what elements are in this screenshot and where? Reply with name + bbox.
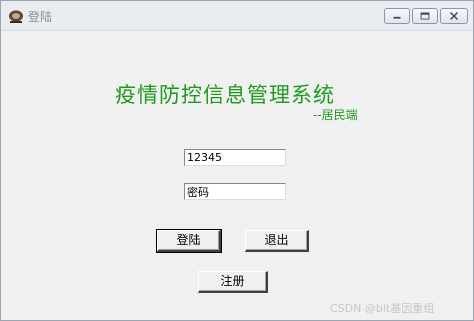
register-button[interactable]: 注册 — [198, 271, 268, 293]
minimize-icon — [393, 16, 401, 19]
system-subtitle: --居民端 — [313, 108, 358, 122]
maximize-button[interactable] — [412, 8, 438, 24]
login-button[interactable]: 登陆 — [156, 229, 222, 253]
password-input[interactable] — [184, 183, 286, 200]
watermark: CSDN @bit基因重组 — [330, 302, 435, 315]
minimize-button[interactable] — [384, 8, 410, 24]
window-title: 登陆 — [28, 10, 53, 24]
title-bar[interactable]: 登陆 — [1, 1, 473, 31]
quit-button[interactable]: 退出 — [245, 230, 309, 252]
close-icon — [450, 12, 458, 20]
system-title: 疫情防控信息管理系统 — [115, 83, 335, 107]
app-icon — [8, 9, 24, 23]
close-button[interactable] — [440, 8, 468, 24]
maximize-icon — [420, 12, 430, 20]
username-input[interactable] — [184, 149, 286, 166]
